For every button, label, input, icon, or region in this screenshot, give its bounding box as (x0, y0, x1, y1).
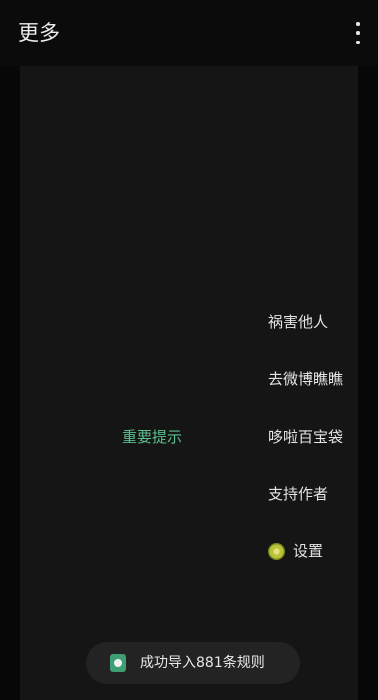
more-vert-icon[interactable] (350, 22, 366, 44)
dot (356, 40, 360, 44)
menu-item-settings[interactable]: 设置 (268, 541, 323, 561)
kiwi-icon (268, 542, 285, 560)
menu-item-support-author[interactable]: 支持作者 (268, 484, 328, 504)
menu-item-visit-weibo[interactable]: 去微博瞧瞧 (268, 369, 343, 389)
page-title: 更多 (18, 21, 60, 45)
dot (356, 31, 360, 35)
dot (356, 22, 360, 26)
app-bar: 更多 (0, 0, 378, 66)
settings-label: 设置 (293, 542, 324, 560)
app-icon (110, 654, 126, 672)
important-notice-link[interactable]: 重要提示 (122, 427, 182, 447)
screen: 更多 重要提示 祸害他人 去微博瞧瞧 哆啦百宝袋 支持作者 设置 成功导入881… (0, 0, 378, 700)
toast: 成功导入881条规则 (86, 642, 300, 684)
menu-item-harm-others[interactable]: 祸害他人 (268, 312, 328, 332)
toast-message: 成功导入881条规则 (140, 655, 265, 671)
menu-item-doraemon-pocket[interactable]: 哆啦百宝袋 (268, 427, 343, 447)
